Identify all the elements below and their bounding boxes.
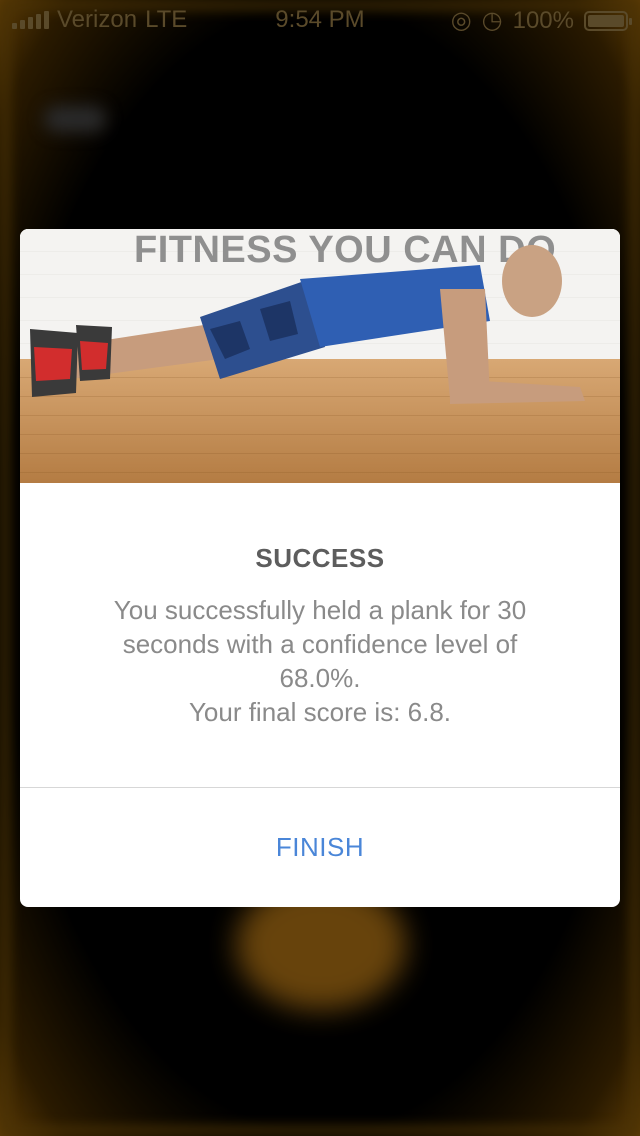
message-line: Your final score is: 6.8.: [188, 697, 452, 727]
status-bar: Verizon LTE 9:54 PM ◎ ◷ 100%: [0, 0, 640, 40]
result-dialog: FITNESS YOU CAN DO SUCCESS You successfu…: [20, 229, 620, 907]
message-line: seconds with a confidence level of: [122, 629, 518, 659]
battery-icon: [584, 10, 632, 31]
alarm-icon: ◷: [481, 7, 503, 34]
message-line: 68.0%.: [279, 663, 361, 693]
plank-image: FITNESS YOU CAN DO: [20, 229, 620, 483]
status-bar-right: ◎ ◷ 100%: [450, 6, 632, 35]
background-back-button: [44, 106, 106, 132]
finish-button[interactable]: FINISH: [20, 788, 620, 907]
dialog-message: You successfully held a plank for 30 sec…: [70, 593, 570, 729]
message-line: You successfully held a plank for 30: [113, 595, 527, 625]
plank-figure: [30, 245, 585, 404]
battery-percent: 100%: [512, 6, 574, 34]
location-icon: ◎: [450, 7, 472, 34]
dialog-title: SUCCESS: [255, 543, 385, 573]
